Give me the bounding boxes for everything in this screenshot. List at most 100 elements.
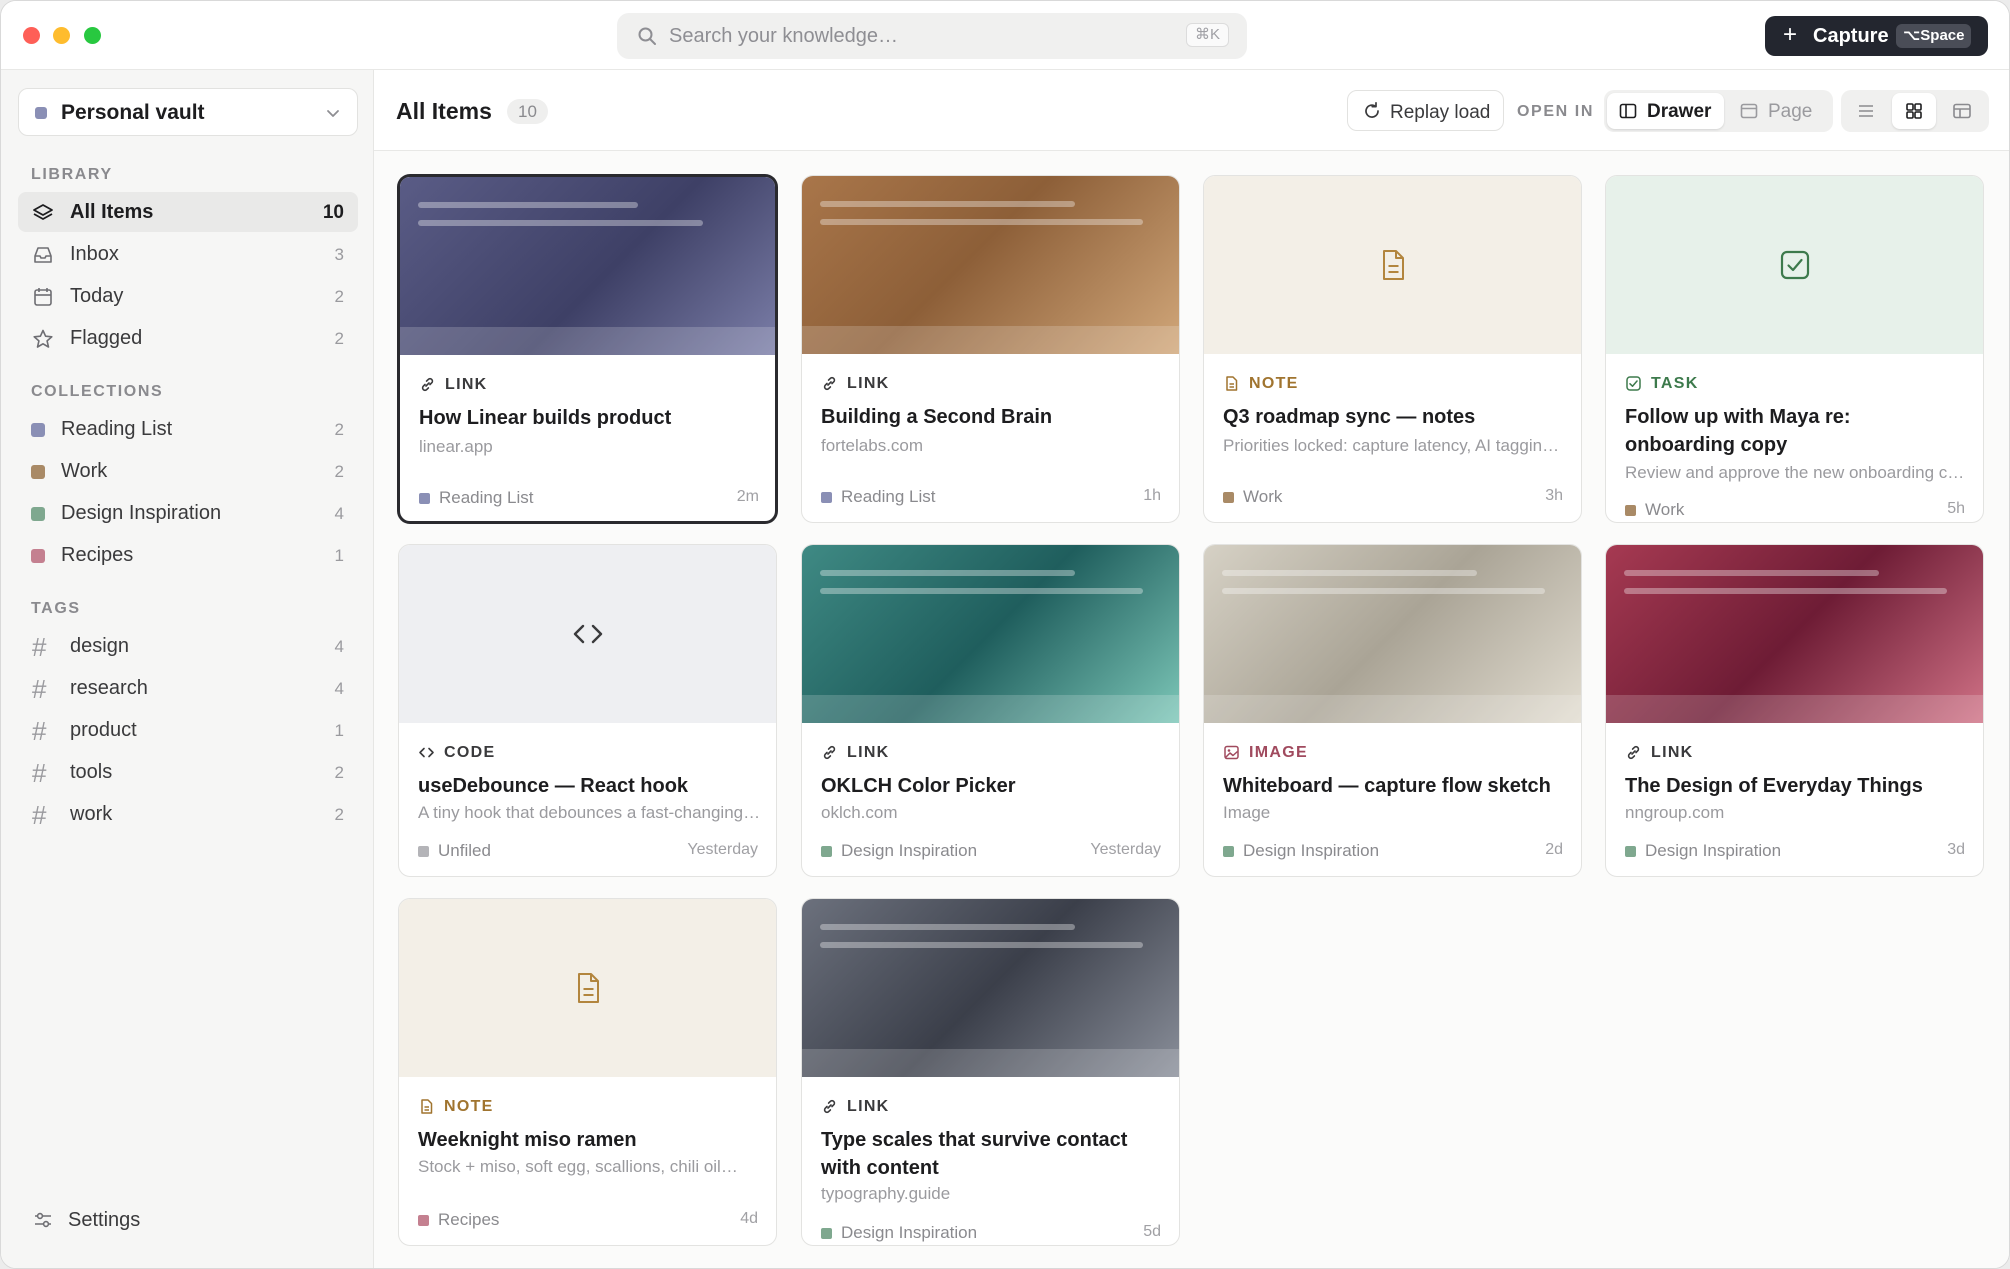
- item-timestamp: 1h: [1143, 487, 1161, 504]
- items-grid: LINK How Linear builds product linear.ap…: [374, 151, 2009, 1268]
- close-window-button[interactable]: [23, 27, 40, 44]
- note-icon: [421, 1099, 433, 1114]
- link-icon: [421, 377, 434, 392]
- link-icon: [1627, 745, 1640, 760]
- item-timestamp: 5h: [1947, 500, 1965, 517]
- code-brackets-icon: [573, 624, 602, 644]
- item-footer: Work 5h: [1625, 500, 1965, 520]
- sliders-icon: [35, 1212, 51, 1228]
- image-thumbnail: [1204, 545, 1581, 723]
- item-card[interactable]: NOTE Weeknight miso ramen Stock + miso, …: [398, 898, 777, 1246]
- item-card[interactable]: TASK Follow up with Maya re: onboarding …: [1605, 175, 1984, 523]
- sidebar-item-tag-research[interactable]: # research 4: [18, 668, 358, 708]
- sidebar-item-design-inspiration[interactable]: Design Inspiration 4: [18, 493, 358, 533]
- sidebar-item-tag-product[interactable]: # product 1: [18, 710, 358, 750]
- inbox-icon: [34, 247, 52, 263]
- hash-icon: #: [32, 632, 47, 662]
- replay-load-label: Replay load: [1390, 102, 1491, 123]
- code-icon: [419, 747, 434, 758]
- sidebar-item-inbox[interactable]: Inbox 3: [18, 234, 358, 274]
- item-footer: Design Inspiration 2d: [1223, 841, 1563, 861]
- open-in-toggle: Drawer Page: [1604, 90, 1833, 132]
- image-icon: [1224, 745, 1239, 760]
- item-footer: Design Inspiration 3d: [1625, 841, 1965, 861]
- collection-color-swatch: [821, 1228, 832, 1239]
- sidebar-item-label: Work: [61, 460, 108, 482]
- item-subtitle: linear.app: [419, 437, 493, 456]
- item-card[interactable]: CODE useDebounce — React hook A tiny hoo…: [398, 544, 777, 877]
- sidebar-item-reading-list[interactable]: Reading List 2: [18, 409, 358, 449]
- sidebar-item-tag-tools[interactable]: # tools 2: [18, 752, 358, 792]
- sidebar-item-flagged[interactable]: Flagged 2: [18, 318, 358, 358]
- item-collection: Reading List: [841, 487, 936, 506]
- item-subtitle: Image: [1223, 803, 1271, 822]
- collection-color-swatch: [31, 465, 45, 479]
- item-footer: Design Inspiration 5d: [821, 1223, 1161, 1243]
- search-bar[interactable]: ⌘K: [617, 13, 1247, 59]
- item-title: Whiteboard — capture flow sketch: [1223, 775, 1551, 797]
- list-view-button[interactable]: [1844, 93, 1888, 129]
- sidebar-item-recipes[interactable]: Recipes 1: [18, 535, 358, 575]
- hash-icon: #: [32, 758, 47, 788]
- link-preview-thumbnail: [400, 177, 775, 355]
- item-collection: Recipes: [438, 1210, 500, 1229]
- item-collection: Design Inspiration: [841, 1223, 978, 1242]
- item-collection: Design Inspiration: [841, 841, 978, 860]
- star-icon: [33, 329, 53, 348]
- hash-icon: #: [32, 800, 47, 830]
- minimize-window-button[interactable]: [53, 27, 70, 44]
- sidebar-item-tag-work[interactable]: # work 2: [18, 794, 358, 834]
- vault-selector[interactable]: Personal vault: [18, 88, 358, 136]
- item-card[interactable]: NOTE Q3 roadmap sync — notes Priorities …: [1203, 175, 1582, 523]
- open-in-drawer-option[interactable]: Drawer: [1607, 93, 1724, 129]
- item-card[interactable]: LINK Building a Second Brain fortelabs.c…: [801, 175, 1180, 523]
- title-bar: ⌘K + Capture ⌥Space: [1, 1, 2009, 70]
- item-title: How Linear builds product: [419, 407, 672, 429]
- table-view-button[interactable]: [1940, 93, 1984, 129]
- sidebar-item-today[interactable]: Today 2: [18, 276, 358, 316]
- capture-button[interactable]: + Capture ⌥Space: [1765, 16, 1988, 56]
- sidebar-item-count: 2: [334, 420, 344, 439]
- collection-color-swatch: [31, 507, 45, 521]
- link-preview-thumbnail: [802, 545, 1179, 723]
- settings-button[interactable]: Settings: [18, 1200, 358, 1240]
- sidebar-item-count: 4: [334, 679, 344, 698]
- item-type-label: NOTE: [444, 1098, 494, 1115]
- search-input[interactable]: [669, 13, 1169, 59]
- sidebar-item-count: 4: [334, 637, 344, 656]
- sidebar-item-tag-design[interactable]: # design 4: [18, 626, 358, 666]
- open-in-page-option[interactable]: Page: [1728, 93, 1830, 129]
- replay-load-button[interactable]: Replay load: [1347, 90, 1504, 131]
- app-window: ⌘K + Capture ⌥Space Personal vault LIBRA…: [0, 0, 2010, 1269]
- view-mode-toggle: [1841, 90, 1989, 132]
- sidebar-item-label: research: [70, 677, 148, 699]
- item-type-label: LINK: [847, 744, 890, 761]
- vault-color-dot: [35, 107, 47, 119]
- vault-name: Personal vault: [61, 101, 205, 124]
- item-card[interactable]: IMAGE Whiteboard — capture flow sketch I…: [1203, 544, 1582, 877]
- sidebar-item-label: Flagged: [70, 327, 143, 349]
- item-timestamp: Yesterday: [1090, 841, 1161, 858]
- item-title: Weeknight miso ramen: [418, 1129, 637, 1151]
- sidebar-item-label: Recipes: [61, 544, 134, 566]
- item-title: Follow up with Maya re: onboarding copy: [1625, 406, 1851, 456]
- item-card[interactable]: LINK Type scales that survive contact wi…: [801, 898, 1180, 1246]
- item-subtitle: oklch.com: [821, 803, 898, 822]
- sidebar-item-work[interactable]: Work 2: [18, 451, 358, 491]
- item-card[interactable]: LINK How Linear builds product linear.ap…: [398, 175, 777, 523]
- grid-view-button[interactable]: [1892, 93, 1936, 129]
- collection-color-swatch: [1625, 505, 1636, 516]
- zoom-window-button[interactable]: [84, 27, 101, 44]
- item-type-label: LINK: [847, 375, 890, 392]
- item-collection: Work: [1243, 487, 1283, 506]
- item-footer: Reading List 2m: [419, 488, 759, 508]
- hash-icon: #: [32, 716, 47, 746]
- list-icon: [1859, 105, 1873, 117]
- collection-color-swatch: [1223, 846, 1234, 857]
- sidebar-item-count: 1: [334, 546, 344, 565]
- item-card[interactable]: LINK OKLCH Color Picker oklch.com Design…: [801, 544, 1180, 877]
- item-card[interactable]: LINK The Design of Everyday Things nngro…: [1605, 544, 1984, 877]
- link-icon: [823, 376, 836, 391]
- sidebar-item-all-items[interactable]: All Items 10: [18, 192, 358, 232]
- item-timestamp: 5d: [1143, 1223, 1161, 1240]
